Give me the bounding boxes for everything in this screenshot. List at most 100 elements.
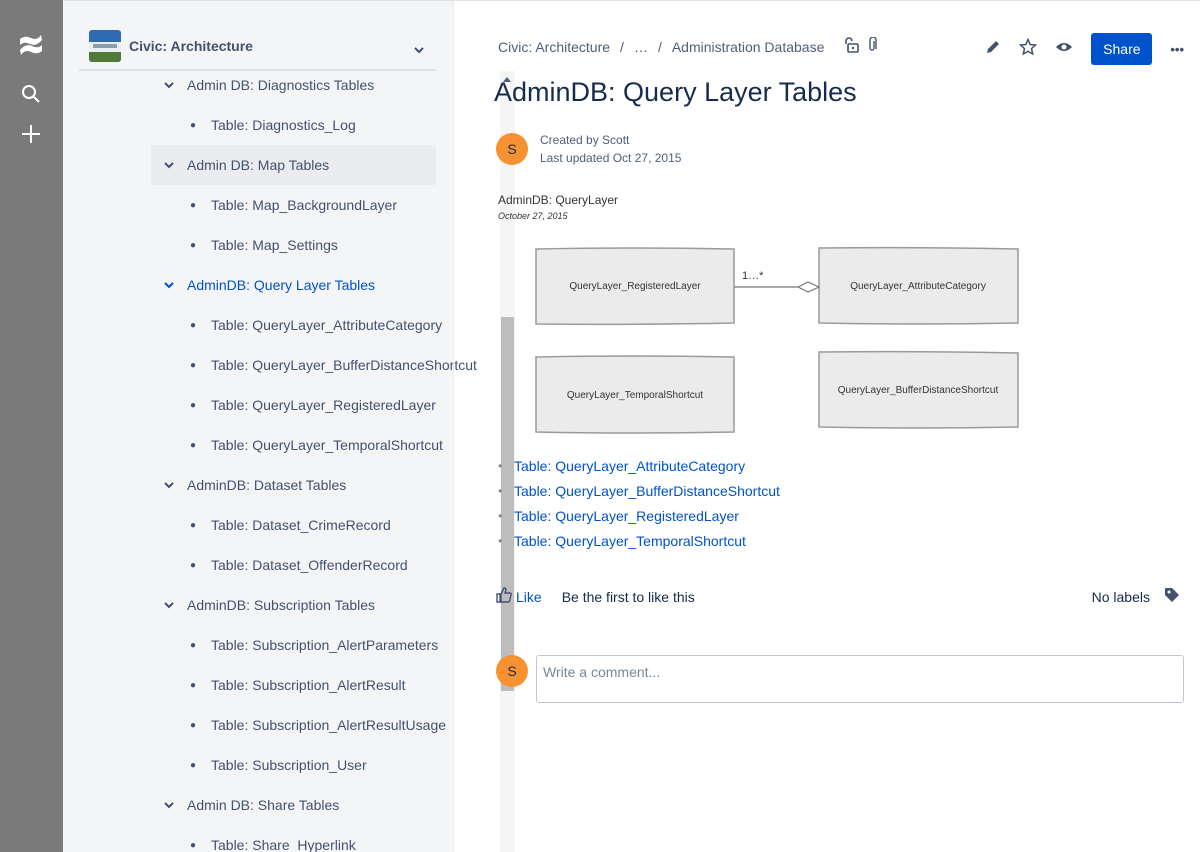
list-item[interactable]: • Table: QueryLayer_AttributeCategory [498, 453, 780, 478]
star-icon[interactable] [1019, 37, 1038, 61]
chevron-down-icon[interactable] [151, 801, 187, 809]
bullet-icon: ● [189, 839, 197, 851]
list-item[interactable]: • Table: QueryLayer_RegisteredLayer [498, 503, 780, 528]
breadcrumb-space-link[interactable]: Civic: Architecture [498, 39, 610, 55]
labels-text: No labels [1091, 588, 1150, 605]
tree-page-item[interactable]: ● Table: Share_Hyperlink [151, 825, 499, 852]
author-avatar[interactable]: S [496, 133, 528, 165]
tree-folder-item[interactable]: AdminDB: Subscription Tables [151, 585, 499, 625]
unlock-icon[interactable] [844, 37, 860, 58]
breadcrumb-separator: / [657, 39, 662, 55]
search-icon[interactable] [16, 79, 46, 109]
attachment-icon[interactable] [866, 36, 878, 58]
space-title: Civic: Architecture [129, 38, 253, 54]
tree-item-label: Table: Subscription_AlertResultUsage [211, 717, 447, 733]
page-content: Civic: Architecture / … / Administration… [453, 0, 1200, 852]
like-button[interactable]: Like [516, 589, 542, 605]
bullet-icon: ● [189, 199, 197, 211]
tree-item-label: Admin DB: Diagnostics Tables [187, 77, 375, 93]
page-actions: Share ••• [985, 33, 1184, 65]
chevron-down-icon[interactable] [151, 281, 187, 289]
tree-item-label: AdminDB: Subscription Tables [187, 597, 376, 613]
page-byline: S Created by Scott Last updated Oct 27, … [496, 131, 681, 167]
watch-eye-icon[interactable] [1055, 40, 1073, 58]
breadcrumb-ellipsis[interactable]: … [634, 39, 648, 55]
tree-item-label: Table: Subscription_User [211, 757, 367, 773]
bullet-icon: ● [189, 519, 197, 531]
page-restriction-icons [844, 36, 878, 58]
tree-item-label: Table: Diagnostics_Log [211, 117, 356, 133]
tree-page-item[interactable]: ● Table: Subscription_User [151, 745, 499, 785]
chevron-down-icon[interactable] [151, 81, 187, 89]
share-button[interactable]: Share [1091, 33, 1153, 65]
chevron-down-icon[interactable] [151, 161, 187, 169]
tree-item-label: Table: QueryLayer_BufferDistanceShortcut [211, 357, 477, 373]
bullet-icon: ● [189, 239, 197, 251]
more-actions-icon[interactable]: ••• [1170, 42, 1184, 57]
breadcrumb: Civic: Architecture / … / Administration… [498, 39, 824, 55]
thumbs-up-icon[interactable] [496, 587, 512, 606]
chevron-down-icon[interactable] [151, 481, 187, 489]
tree-folder-item[interactable]: AdminDB: Query Layer Tables [151, 265, 499, 305]
bullet-icon: ● [189, 719, 197, 731]
global-navigation-rail [0, 0, 63, 852]
tree-page-item[interactable]: ● Table: Subscription_AlertResult [151, 665, 499, 705]
page-title: AdminDB: Query Layer Tables [494, 77, 857, 107]
tree-folder-item[interactable]: Admin DB: Share Tables [151, 785, 499, 825]
tree-item-label: Table: Subscription_AlertResult [211, 677, 406, 693]
tree-item-label: Table: QueryLayer_RegisteredLayer [211, 397, 436, 413]
bullet-icon: ● [189, 559, 197, 571]
tree-item-label: Table: Map_Settings [211, 237, 338, 253]
tree-page-item[interactable]: ● Table: Subscription_AlertParameters [151, 625, 499, 665]
space-header[interactable]: Civic: Architecture [79, 21, 436, 71]
relation-multiplicity: 1…* [742, 270, 764, 282]
child-page-link[interactable]: Table: QueryLayer_BufferDistanceShortcut [514, 483, 780, 499]
labels-section: No labels [1092, 587, 1180, 606]
box-label: QueryLayer_BufferDistanceShortcut [838, 385, 999, 396]
child-page-link[interactable]: Table: QueryLayer_AttributeCategory [514, 458, 745, 474]
tree-item-label: Table: Dataset_CrimeRecord [211, 517, 391, 533]
tree-page-item[interactable]: ● Table: Dataset_CrimeRecord [151, 505, 499, 545]
tree-page-item[interactable]: ● Table: QueryLayer_AttributeCategory [151, 305, 499, 345]
tree-page-item[interactable]: ● Table: Dataset_OffenderRecord [151, 545, 499, 585]
child-page-link[interactable]: Table: QueryLayer_RegisteredLayer [514, 508, 739, 524]
child-page-link[interactable]: Table: QueryLayer_TemporalShortcut [514, 533, 746, 549]
chevron-down-icon[interactable] [414, 41, 424, 59]
diagram-box-registered-layer: QueryLayer_RegisteredLayer [535, 247, 735, 326]
tree-folder-item[interactable]: Admin DB: Map Tables [151, 145, 436, 185]
created-by: Created by Scott [540, 133, 630, 147]
tag-icon[interactable] [1164, 587, 1180, 606]
tree-item-label: Table: QueryLayer_AttributeCategory [211, 317, 443, 333]
like-summary: Be the first to like this [561, 588, 695, 605]
chevron-down-icon[interactable] [151, 601, 187, 609]
tree-folder-item[interactable]: AdminDB: Dataset Tables [151, 465, 499, 505]
space-avatar [89, 30, 121, 62]
box-label: QueryLayer_RegisteredLayer [569, 281, 701, 292]
tree-item-label: Table: Subscription_AlertParameters [211, 637, 439, 653]
comment-input[interactable]: Write a comment... [536, 655, 1184, 703]
tree-folder-item[interactable]: Admin DB: Diagnostics Tables [151, 65, 499, 105]
confluence-logo-icon[interactable] [16, 30, 46, 60]
create-icon[interactable] [16, 119, 46, 149]
tree-page-item[interactable]: ● Table: QueryLayer_RegisteredLayer [151, 385, 499, 425]
bullet-icon: ● [189, 399, 197, 411]
tree-page-item[interactable]: ● Table: Subscription_AlertResultUsage [151, 705, 499, 745]
tree-page-item[interactable]: ● Table: QueryLayer_BufferDistanceShortcu… [151, 345, 499, 385]
breadcrumb-separator: / [620, 39, 624, 55]
tree-page-item[interactable]: ● Table: Map_BackgroundLayer [151, 185, 499, 225]
tree-page-item[interactable]: ● Table: Map_Settings [151, 225, 499, 265]
breadcrumb-parent-link[interactable]: Administration Database [672, 39, 825, 55]
diagram-relation: 1…* [734, 270, 821, 293]
list-item[interactable]: • Table: QueryLayer_TemporalShortcut [498, 528, 780, 553]
er-diagram: QueryLayer_RegisteredLayer QueryLayer_At… [535, 246, 1019, 434]
tree-item-label: Table: Dataset_OffenderRecord [211, 557, 408, 573]
edit-icon[interactable] [985, 39, 1001, 60]
tree-item-label: Table: QueryLayer_TemporalShortcut [211, 437, 443, 453]
bullet-icon: ● [189, 319, 197, 331]
last-updated[interactable]: Last updated Oct 27, 2015 [540, 149, 681, 167]
list-item[interactable]: • Table: QueryLayer_BufferDistanceShortcu… [498, 478, 780, 503]
tree-page-item[interactable]: ● Table: QueryLayer_TemporalShortcut [151, 425, 499, 465]
bullet-icon: ● [189, 359, 197, 371]
tree-page-item[interactable]: ● Table: Diagnostics_Log [151, 105, 499, 145]
bullet-icon: ● [189, 119, 197, 131]
